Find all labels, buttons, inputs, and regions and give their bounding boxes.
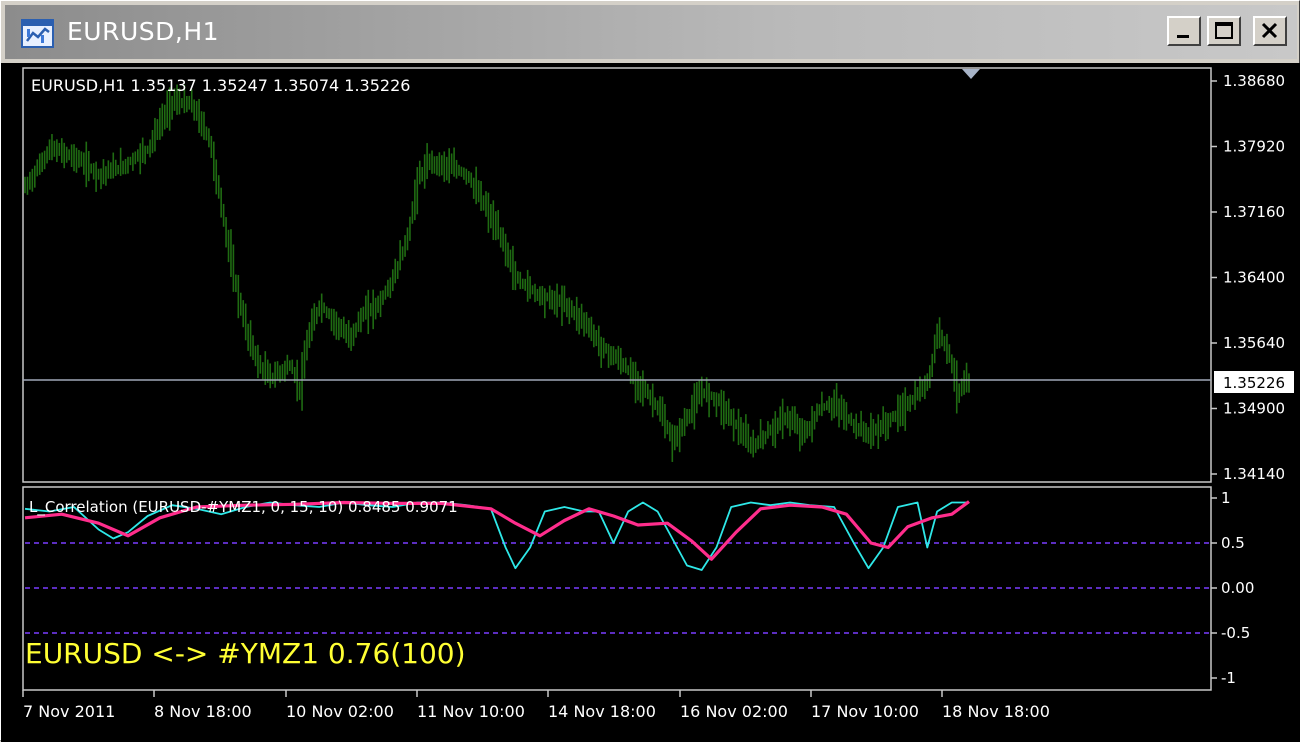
current-price-label: 1.35226 (1223, 374, 1285, 392)
price-axis-label: 1.37920 (1223, 138, 1285, 156)
time-axis-label: 14 Nov 18:00 (548, 702, 656, 721)
time-axis-label: 8 Nov 18:00 (154, 702, 252, 721)
chart-canvas[interactable]: 1.38680 1.37920 1.37160 1.36400 1.35640 1.349… (1, 63, 1300, 742)
indicator-axis-label: 0.5 (1221, 534, 1245, 552)
time-axis-label: 17 Nov 10:00 (811, 702, 919, 721)
title-bar[interactable]: EURUSD,H1 (5, 5, 1297, 59)
price-axis-label: 1.36400 (1223, 269, 1285, 287)
maximize-button[interactable] (1207, 16, 1241, 46)
close-button[interactable] (1253, 16, 1287, 46)
chart-info-label: EURUSD,H1 1.35137 1.35247 1.35074 1.3522… (31, 76, 410, 95)
time-axis-label: 18 Nov 18:00 (942, 702, 1050, 721)
time-axis-label: 16 Nov 02:00 (680, 702, 788, 721)
time-axis-label: 7 Nov 2011 (23, 702, 115, 721)
indicator-axis-label: 0.00 (1221, 579, 1254, 597)
indicator-axis-label: -0.5 (1221, 624, 1250, 642)
chart-window: EURUSD,H1 1.38680 1.37920 1.37160 1.3640… (0, 0, 1300, 742)
price-axis-label: 1.35640 (1223, 334, 1285, 352)
correlation-overlay-text: EURUSD <-> #YMZ1 0.76(100) (25, 637, 466, 670)
indicator-axis-label: -1 (1221, 669, 1236, 687)
chart-area[interactable]: 1.38680 1.37920 1.37160 1.36400 1.35640 1.349… (1, 63, 1300, 742)
window-title: EURUSD,H1 (67, 17, 220, 46)
time-axis-label: 10 Nov 02:00 (286, 702, 394, 721)
indicator-axis-label: 1 (1221, 489, 1231, 507)
maximize-icon (1215, 22, 1233, 39)
minimize-icon (1177, 35, 1189, 38)
price-axis-label: 1.38680 (1223, 72, 1285, 90)
price-axis-label: 1.34140 (1223, 465, 1285, 483)
price-axis-label: 1.37160 (1223, 203, 1285, 221)
time-axis-label: 11 Nov 10:00 (417, 702, 525, 721)
price-axis-label: 1.34900 (1223, 400, 1285, 418)
close-icon (1261, 22, 1278, 39)
minimize-button[interactable] (1167, 16, 1201, 46)
indicator-label: L_Correlation (EURUSD-#YMZ1, 0, 15, 10) … (29, 498, 458, 517)
chart-window-icon (21, 19, 54, 48)
